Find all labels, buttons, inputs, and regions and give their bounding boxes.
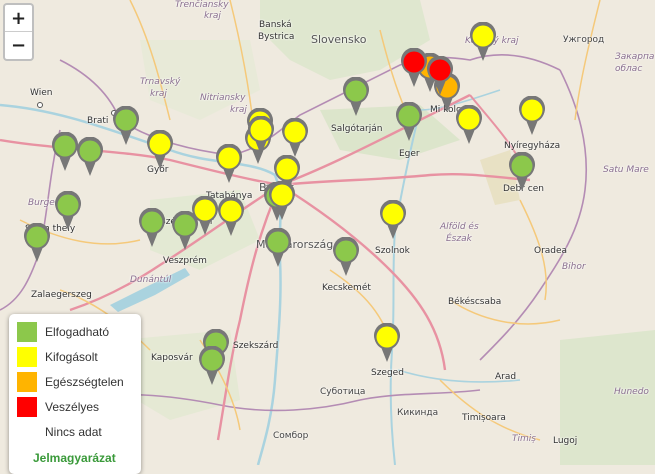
legend-title: Jelmagyarázat [33,451,116,465]
label-bekescsaba: Békéscsaba [448,297,502,307]
legend-label: Elfogadható [45,325,110,339]
station-marker[interactable] [75,137,105,177]
legend-item-veszelyes: Veszélyes [17,397,99,417]
label-arad: Arad [495,372,517,382]
label-szekszard: Szekszárd [233,341,279,351]
label-bihor: Bihor [562,262,586,272]
label-dunantul: Dunántúl [130,275,172,285]
station-marker[interactable] [22,223,52,263]
label-zalaegerszeg: Zalaegerszeg [31,290,92,300]
label-timisoara: Timișoara [462,413,506,423]
station-marker[interactable] [331,237,361,277]
label-zakarpatska: Закарпа [615,52,655,62]
label-szolnok: Szolnok [375,246,410,256]
label-bratislava: Brati [87,116,109,126]
zoom-out-button[interactable]: − [5,32,32,59]
label-alfold-2: Észak [446,234,472,244]
legend-swatch [17,397,37,417]
legend-swatch [17,372,37,392]
legend-label: Veszélyes [45,400,100,414]
legend-item-egeszsegtelen: Egészségtelen [17,372,124,392]
label-alfold: Alföld és [440,222,479,232]
label-kaposvar: Kaposvár [151,353,193,363]
label-banska-bystrica: Banská [259,20,292,30]
label-kecskemet: Kecskemét [322,283,371,293]
label-hunedoara: Hunedo [614,387,649,397]
station-marker[interactable] [263,228,293,268]
legend-item-elfogadhato: Elfogadható [17,322,109,342]
label-trnava-region: Trnavský [140,77,181,87]
station-marker[interactable] [341,77,371,117]
label-wien: Wien [30,88,53,98]
station-marker[interactable] [468,22,498,62]
station-marker[interactable] [216,197,246,237]
legend-swatch [17,347,37,367]
legend-swatch [17,322,37,342]
label-trencin-kraj: kraj [204,11,221,21]
station-marker[interactable] [137,208,167,248]
label-timis: Timiș [512,434,536,444]
label-nitra-region: Nitriansky [200,93,246,103]
label-banska-bystrica-2: Bystrica [258,32,295,42]
station-marker[interactable] [246,116,276,156]
legend-swatch [17,422,37,442]
label-uzhhorod: Ужгород [563,35,605,45]
label-nyiregyhaza: Nyíregyháza [504,141,561,151]
label-satu-mare: Satu Mare [603,165,649,175]
station-marker[interactable] [197,346,227,386]
station-marker[interactable] [517,96,547,136]
station-marker[interactable] [372,323,402,363]
station-marker[interactable] [425,56,455,96]
label-sombor: Сомбор [273,431,309,441]
label-slovensko: Slovensko [311,33,367,46]
zoom-in-button[interactable]: + [5,5,32,32]
station-marker[interactable] [145,130,175,170]
label-lugoj: Lugoj [553,436,578,446]
legend-item-kifogasolt: Kifogásolt [17,347,98,367]
label-salgotarjan: Salgótarján [331,124,383,134]
label-eger: Eger [399,149,420,159]
label-zakarpatska-2: облас [615,64,643,74]
legend-label: Kifogásolt [45,350,98,364]
station-marker[interactable] [378,200,408,240]
station-marker[interactable] [280,118,310,158]
legend: Elfogadható Kifogásolt Egészségtelen Ves… [9,314,141,474]
station-marker[interactable] [267,181,297,221]
label-szeged: Szeged [371,368,404,378]
label-trnava-kraj: kraj [150,89,167,99]
station-marker[interactable] [214,144,244,184]
label-subotica: Суботица [320,387,366,397]
label-trencin-region: Trenčiansky [175,0,229,10]
zoom-control: + − [3,3,34,61]
legend-label: Egészségtelen [45,375,124,389]
station-marker[interactable] [507,152,537,192]
legend-label: Nincs adat [45,425,102,439]
station-marker[interactable] [53,191,83,231]
legend-item-nincs-adat: Nincs adat [17,422,102,442]
station-marker[interactable] [394,102,424,142]
label-kikinda: Кикинда [397,408,439,418]
station-marker[interactable] [111,106,141,146]
label-oradea: Oradea [534,246,568,256]
label-veszprem: Veszprém [163,256,207,266]
